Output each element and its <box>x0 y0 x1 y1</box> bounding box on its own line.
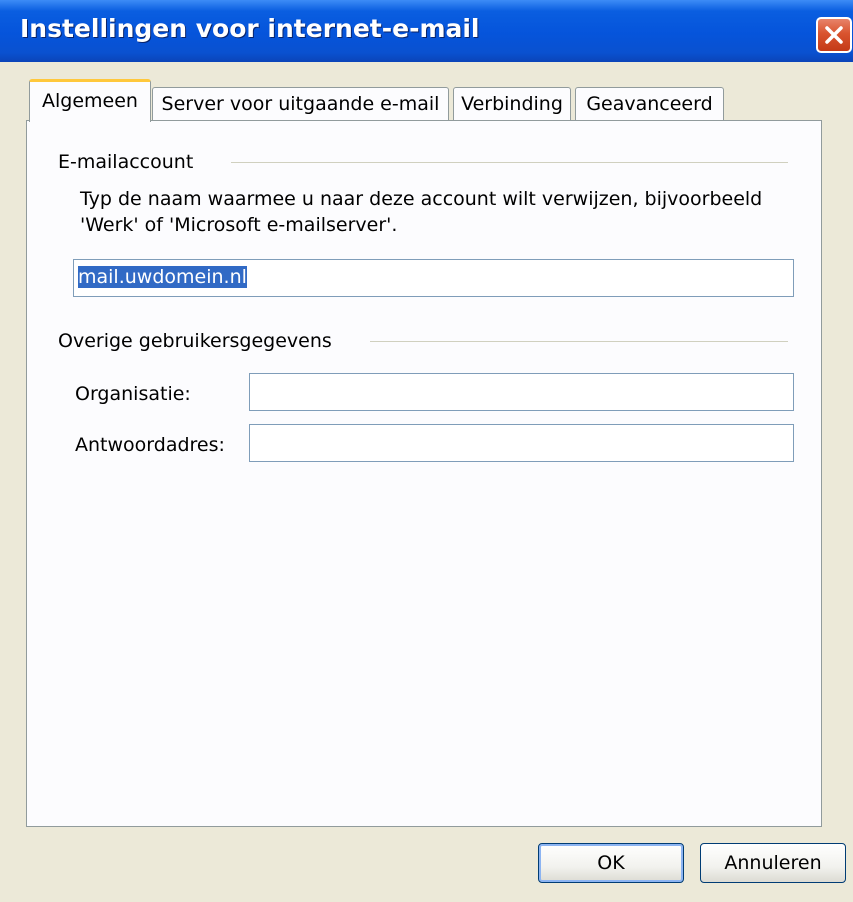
tab-strip: Algemeen Server voor uitgaande e-mail Ve… <box>0 0 853 140</box>
email-account-description: Typ de naam waarmee u naar deze account … <box>80 188 763 236</box>
email-account-divider <box>231 162 788 163</box>
organisation-label: Organisatie: <box>75 383 191 405</box>
reply-address-input[interactable] <box>249 424 794 462</box>
organisation-input[interactable] <box>249 373 794 411</box>
tab-algemeen[interactable]: Algemeen <box>29 79 151 122</box>
dialog-window: Instellingen voor internet-e-mail Algeme… <box>0 0 853 902</box>
user-info-heading: Overige gebruikersgegevens <box>58 330 332 352</box>
tab-server-uitgaande-email[interactable]: Server voor uitgaande e-mail <box>152 87 449 121</box>
tab-geavanceerd[interactable]: Geavanceerd <box>575 87 724 121</box>
tab-verbinding[interactable]: Verbinding <box>453 87 571 121</box>
email-account-heading: E-mailaccount <box>58 151 194 173</box>
reply-address-label: Antwoordadres: <box>75 434 225 456</box>
account-name-value: mail.uwdomein.nl <box>78 266 247 288</box>
cancel-button[interactable]: Annuleren <box>700 843 846 883</box>
account-name-input[interactable]: mail.uwdomein.nl <box>73 259 794 297</box>
ok-button[interactable]: OK <box>538 843 684 883</box>
user-info-divider <box>370 341 788 342</box>
